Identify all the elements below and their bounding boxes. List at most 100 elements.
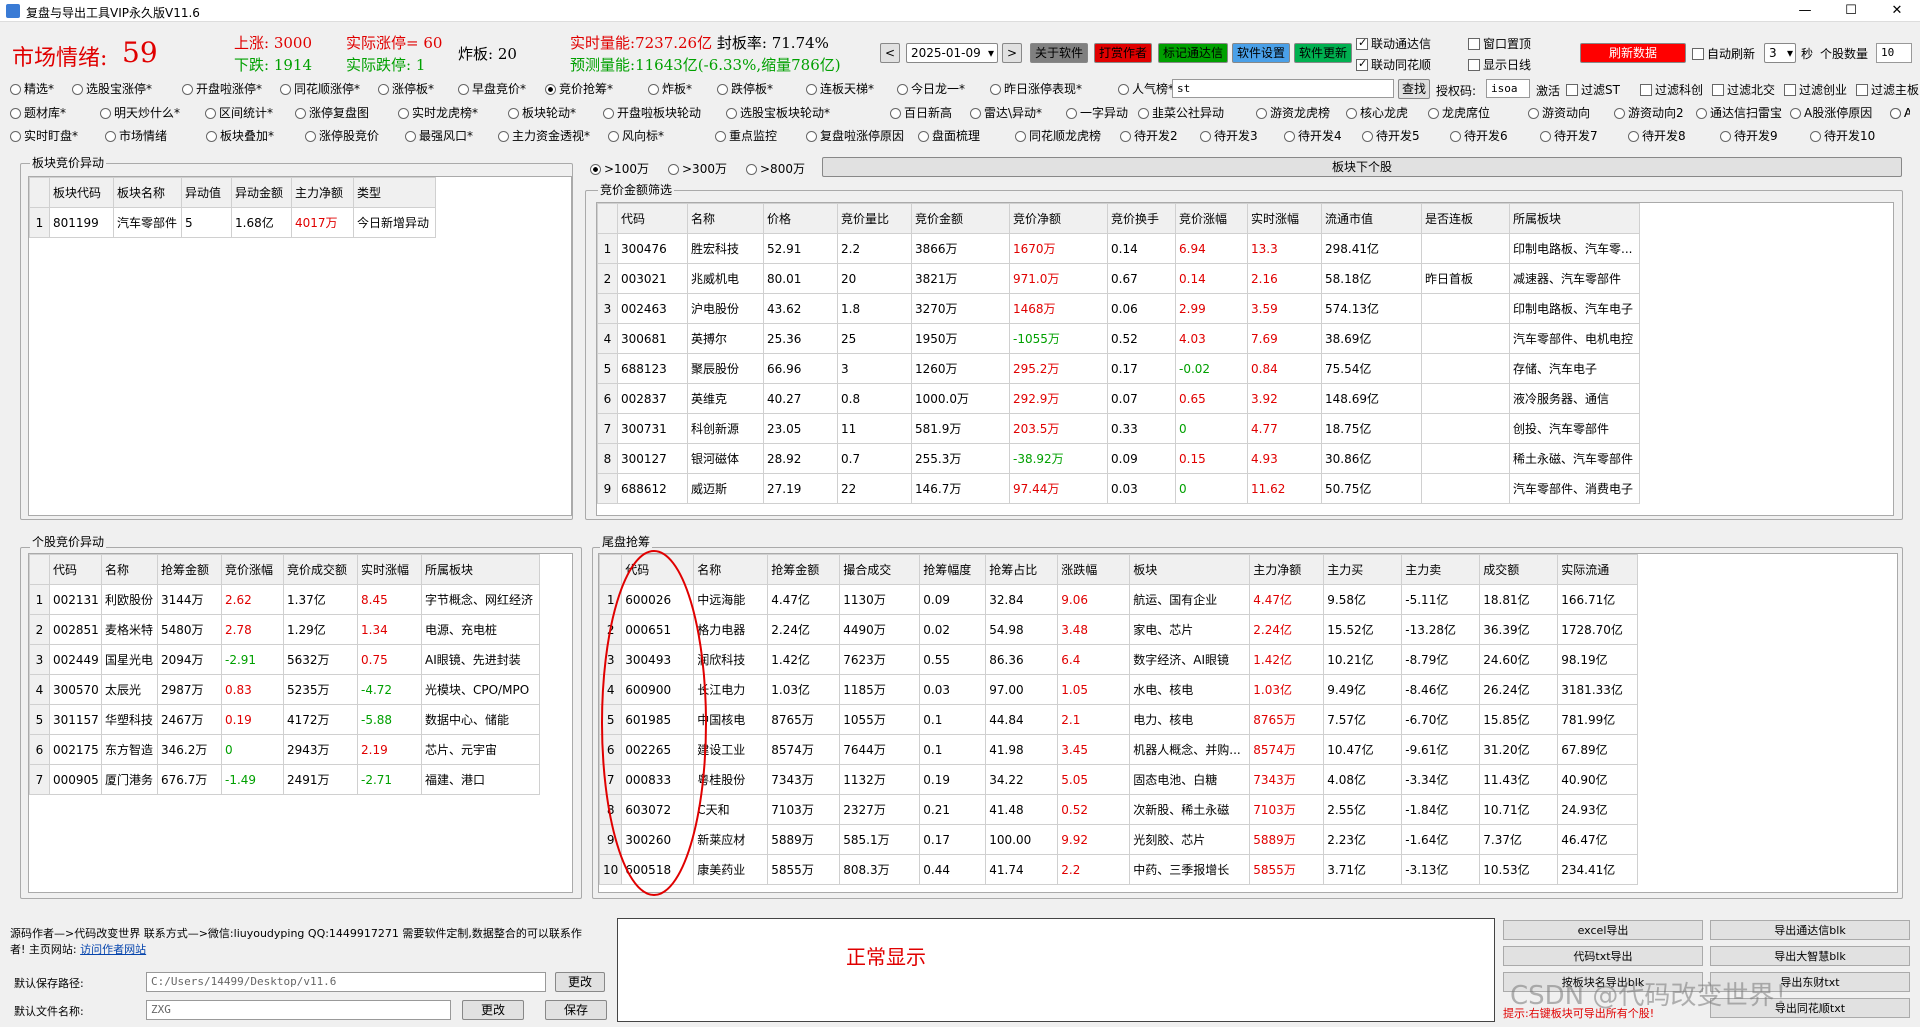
table-cell[interactable]: 麦格米特 — [101, 614, 158, 645]
table-cell[interactable]: 2.78 — [221, 614, 284, 645]
option-item[interactable]: 一字异动 — [1066, 104, 1128, 121]
column-header[interactable]: 代码 — [617, 203, 688, 234]
table-cell[interactable]: 25.36 — [763, 323, 838, 354]
option-item[interactable]: 实时龙虎榜* — [398, 104, 478, 121]
table-cell[interactable]: 18.81亿 — [1479, 584, 1559, 615]
table-cell[interactable]: 234.41亿 — [1557, 854, 1639, 885]
table-cell[interactable]: 0.19 — [221, 704, 284, 735]
table-cell[interactable]: 英维克 — [687, 383, 764, 414]
option-item[interactable]: 风向标* — [608, 127, 664, 144]
row-number[interactable]: 8 — [597, 443, 618, 474]
table-cell[interactable]: 7.57亿 — [1323, 704, 1403, 735]
table-cell[interactable]: 002851 — [49, 614, 102, 645]
table-cell[interactable]: 存储、汽车电子 — [1509, 353, 1640, 384]
table-cell[interactable]: -1.64亿 — [1401, 824, 1481, 855]
column-header[interactable]: 竞价成交额 — [283, 554, 358, 585]
table-cell[interactable]: 10.21亿 — [1323, 644, 1403, 675]
table-cell[interactable]: 2.19 — [357, 734, 422, 765]
filter-item[interactable]: 过滤北交 — [1712, 81, 1775, 98]
table-cell[interactable]: 1468万 — [1009, 293, 1108, 324]
option-radio[interactable] — [305, 131, 316, 142]
row-number[interactable]: 3 — [597, 293, 618, 324]
table-cell[interactable]: 兆威机电 — [687, 263, 764, 294]
row-number[interactable]: 1 — [597, 233, 618, 264]
table-cell[interactable]: 东方智造 — [101, 734, 158, 765]
table-cell[interactable]: 10.53亿 — [1479, 854, 1559, 885]
option-radio[interactable] — [105, 131, 116, 142]
table-row[interactable]: 4 600900 长江电力 1.03亿 1185万 0.03 97.00 1.05 水电、核电 1… — [599, 674, 1639, 705]
option-item[interactable]: 竞价抢筹* — [545, 80, 613, 97]
table-cell[interactable]: 稀土永磁、汽车零部件 — [1509, 443, 1640, 474]
column-header[interactable]: 所属板块 — [1509, 203, 1640, 234]
table-cell[interactable]: 80.01 — [763, 263, 838, 294]
table-cell[interactable]: 福建、港口 — [421, 764, 540, 795]
table-cell[interactable]: 1130万 — [839, 584, 921, 615]
table-row[interactable]: 6 002837 英维克 40.27 0.8 1000.0万 292.9万 0.07 0.65 3… — [597, 383, 1640, 414]
table-cell[interactable]: 41.48 — [985, 794, 1059, 825]
table-cell[interactable]: 7343万 — [767, 764, 841, 795]
table-cell[interactable]: 002131 — [49, 584, 102, 615]
table-cell[interactable]: 44.84 — [985, 704, 1059, 735]
show-daily-checkbox[interactable] — [1468, 59, 1480, 71]
table-cell[interactable]: 1.42亿 — [1249, 644, 1325, 675]
table-cell[interactable]: 002837 — [617, 383, 688, 414]
table-cell[interactable]: 机器人概念、并购... — [1129, 734, 1251, 765]
table-cell[interactable]: 801199 — [49, 207, 114, 238]
table-cell[interactable]: 威迈斯 — [687, 473, 764, 504]
option-item[interactable]: 涨停股竞价 — [305, 127, 379, 144]
table-cell[interactable]: 30.86亿 — [1321, 443, 1422, 474]
table-cell[interactable]: -5.88 — [357, 704, 422, 735]
option-item[interactable]: A股涨停原因 — [1790, 104, 1872, 121]
table-row[interactable]: 7 300731 科创新源 23.05 11 581.9万 203.5万 0.33 0 4.77 1… — [597, 413, 1640, 444]
table-cell[interactable]: 5 — [181, 207, 232, 238]
column-header[interactable]: 板块名称 — [113, 177, 182, 208]
table-cell[interactable]: 2.16 — [1247, 263, 1322, 294]
table-cell[interactable]: 11.43亿 — [1479, 764, 1559, 795]
table-row[interactable]: 5 301157 华塑科技 2467万 0.19 4172万 -5.88 数据中心、储能 — [29, 704, 540, 735]
table-row[interactable]: 5 601985 中国核电 8765万 1055万 0.1 44.84 2.1 电力、核电 876… — [599, 704, 1639, 735]
table-cell[interactable]: 0.8 — [837, 383, 912, 414]
table-cell[interactable]: 13.3 — [1247, 233, 1322, 264]
option-item[interactable]: 实时盯盘* — [10, 127, 78, 144]
table-cell[interactable]: 2.24亿 — [1249, 614, 1325, 645]
option-radio[interactable] — [205, 108, 216, 119]
sector-next-stock-button[interactable]: 板块下个股 — [822, 157, 1902, 177]
table-cell[interactable]: AI眼镜、先进封装 — [421, 644, 540, 675]
table-cell[interactable]: 2943万 — [283, 734, 358, 765]
interval-select[interactable]: 3 ▾ — [1764, 43, 1796, 63]
filter-item[interactable]: 过滤ST — [1566, 81, 1620, 98]
search-button[interactable]: 查找 — [1398, 79, 1430, 99]
option-radio[interactable] — [545, 84, 556, 95]
option-radio[interactable] — [72, 84, 83, 95]
option-radio[interactable] — [1138, 108, 1149, 119]
table-cell[interactable]: 86.36 — [985, 644, 1059, 675]
table-cell[interactable]: 2094万 — [157, 644, 222, 675]
table-cell[interactable]: 97.00 — [985, 674, 1059, 705]
table-row[interactable]: 3 002463 沪电股份 43.62 1.8 3270万 1468万 0.06 2.99 3.5… — [597, 293, 1640, 324]
option-item[interactable]: 开盘啦板块轮动 — [603, 104, 701, 121]
option-radio[interactable] — [458, 84, 469, 95]
option-item[interactable]: 盘面梳理 — [918, 127, 980, 144]
table-cell[interactable]: -3.13亿 — [1401, 854, 1481, 885]
option-item[interactable]: 涨停板* — [378, 80, 434, 97]
table-cell[interactable]: 0.84 — [1247, 353, 1322, 384]
option-item[interactable]: 通达信扫雷宝 — [1696, 104, 1782, 121]
option-radio[interactable] — [715, 131, 726, 142]
table-cell[interactable]: 1185万 — [839, 674, 921, 705]
option-item[interactable]: 题材库* — [10, 104, 66, 121]
option-item[interactable]: 待开发10 — [1810, 127, 1875, 144]
table-cell[interactable]: 0 — [221, 734, 284, 765]
column-header[interactable]: 名称 — [687, 203, 764, 234]
table-cell[interactable]: 10.71亿 — [1479, 794, 1559, 825]
table-cell[interactable]: -1055万 — [1009, 323, 1108, 354]
table-cell[interactable]: 7623万 — [839, 644, 921, 675]
table-cell[interactable]: 585.1万 — [839, 824, 921, 855]
option-item[interactable]: A股概念板 — [1890, 104, 1910, 121]
option-radio[interactable] — [918, 131, 929, 142]
column-header[interactable]: 竞价换手 — [1107, 203, 1176, 234]
table-cell[interactable]: 今日新增异动 — [353, 207, 436, 238]
option-item[interactable]: 区间统计* — [205, 104, 273, 121]
table-cell[interactable]: 40.90亿 — [1557, 764, 1639, 795]
option-item[interactable]: 同花顺龙虎榜 — [1015, 127, 1101, 144]
option-radio[interactable] — [378, 84, 389, 95]
